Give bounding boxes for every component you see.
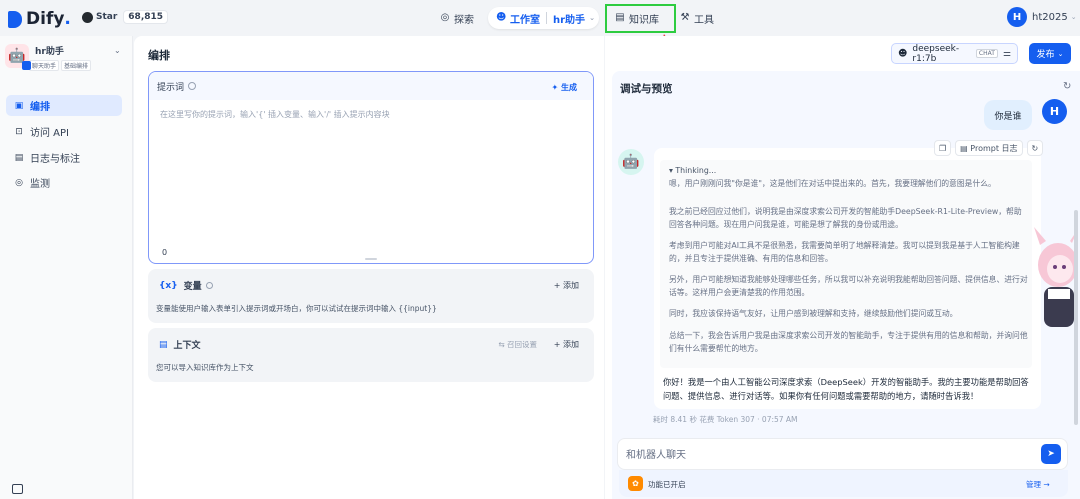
terminal-icon: ⊡ — [15, 126, 23, 137]
add-context-button[interactable]: + 添加 — [554, 339, 579, 350]
app-info[interactable]: 🤖 hr助手 聊天助手 基础编排 — [5, 44, 92, 71]
thinking-paragraph: 嗯，用户刚刚问我"你是谁"，这是他们在对话中提出来的。首先，我要理解他们的意图是… — [669, 179, 996, 188]
orchestrate-icon: ▣ — [14, 100, 24, 111]
prompt-placeholder: 在这里写你的提示词，输入'{' 插入变量、输入'/' 插入提示内容块 — [160, 110, 390, 119]
chat-input[interactable] — [626, 447, 1026, 463]
variable-icon: {x} — [159, 280, 178, 291]
features-status: 功能已开启 — [648, 480, 686, 489]
sidebar-item-logs[interactable]: ▤ 日志与标注 — [6, 147, 122, 168]
prompt-header: 提示词 — [149, 72, 593, 100]
chevron-down-icon: ⌄ — [1070, 13, 1077, 21]
resize-handle[interactable] — [365, 258, 377, 260]
dify-logo[interactable]: Dify. — [8, 9, 71, 29]
nav-explore[interactable]: ◎ 探索 — [440, 8, 474, 28]
chat-scrollbar[interactable] — [1074, 210, 1078, 425]
chat-input-box[interactable] — [617, 438, 1068, 470]
model-mode-badge: CHAT — [975, 49, 998, 58]
nav-studio[interactable]: ☻ 工作室 hr助手 ⌄ — [488, 7, 599, 29]
knowledge-highlight-box — [605, 4, 676, 33]
anime-mascot-decoration — [1034, 227, 1078, 327]
refresh-icon[interactable]: ↻ — [1063, 81, 1071, 92]
compass-icon: ◎ — [440, 12, 450, 23]
app-type-tag: 聊天助手 — [29, 60, 60, 71]
features-bar: ✿ 功能已开启 管理 → — [619, 470, 1068, 497]
help-icon — [188, 82, 197, 90]
thinking-paragraph: 我之前已经回应过他们，说明我是由深度求索公司开发的智能助手DeepSeek-R1… — [669, 207, 1022, 229]
sidebar: 🤖 hr助手 聊天助手 基础编排 ⌄ ▣ 编排 ⊡ 访问 API ▤ 日志与标注 ◎ 监… — [0, 36, 133, 499]
variables-description: 变量能使用户输入表单引入提示词或开场白，你可以试试在提示词中输入 {{input… — [156, 304, 437, 313]
settings-sliders-icon: ⚌ — [1002, 48, 1011, 59]
sidebar-item-monitor[interactable]: ◎ 监测 — [6, 172, 122, 193]
context-description: 您可以导入知识库作为上下文 — [156, 363, 254, 372]
page-title: 编排 — [148, 49, 170, 62]
app-avatar: 🤖 — [5, 44, 31, 70]
github-icon — [82, 11, 93, 23]
model-robot-icon: ☻ — [898, 48, 908, 59]
sidebar-item-orchestrate[interactable]: ▣ 编排 — [6, 95, 122, 116]
regenerate-icon[interactable]: ↻ — [1026, 140, 1044, 156]
user-menu[interactable]: H ht2025 ⌄ — [1007, 7, 1077, 27]
robot-icon: ☻ — [496, 12, 507, 23]
prompt-editor[interactable]: 提示词 ✦ 生成 在这里写你的提示词，输入'{' 插入变量、输入'/' 插入提示… — [148, 71, 594, 264]
user-avatar: H — [1007, 7, 1027, 27]
prompt-char-count: 0 — [162, 248, 168, 257]
add-variable-button[interactable]: + 添加 — [554, 280, 579, 291]
prompt-log-button[interactable]: ▤ Prompt 日志 — [955, 140, 1023, 156]
dify-logo-icon — [8, 10, 22, 28]
current-app-switcher[interactable]: hr助手 — [553, 11, 585, 26]
top-bar: Dify. Star 68,815 ◎ 探索 ☻ 工作室 hr助手 ⌄ ▤ 知识… — [0, 0, 1080, 36]
bot-answer: 你好！我是一个由人工智能公司深度求索（DeepSeek）开发的智能助手。我的主要… — [663, 377, 1029, 401]
user-message: 你是谁 — [984, 100, 1032, 130]
tools-icon: ⚒ — [680, 12, 690, 23]
manage-features-link[interactable]: 管理 → — [1026, 479, 1050, 490]
thinking-paragraph: 考虑到用户可能对AI工具不是很熟悉，我需要简单明了地解释清楚。我可以提到我是基于… — [669, 241, 1020, 263]
app-name: hr助手 — [35, 47, 64, 57]
document-icon: ▤ — [14, 152, 24, 163]
monitor-icon: ◎ — [15, 177, 23, 188]
generate-button[interactable]: ✦ 生成 — [552, 82, 578, 93]
chevron-down-icon[interactable]: ⌄ — [114, 46, 121, 55]
thinking-paragraph: 另外，用户可能想知道我能够处理哪些任务，所以我可以补充说明我能帮助回答问题、提供… — [669, 275, 1028, 297]
sidebar-item-api[interactable]: ⊡ 访问 API — [6, 121, 122, 142]
app-mode-tag: 基础编排 — [61, 60, 92, 71]
user-message-avatar: H — [1042, 99, 1067, 124]
send-button[interactable]: ➤ — [1041, 444, 1061, 464]
help-icon — [205, 282, 213, 289]
thinking-toggle[interactable]: ▾ Thinking... — [669, 165, 1029, 178]
bot-avatar: 🤖 — [618, 149, 644, 175]
publish-button[interactable]: 发布 ⌄ — [1029, 43, 1071, 64]
thinking-paragraph: 总结一下，我会告诉用户我是由深度求索公司开发的智能助手，专注于提供有用的信息和帮… — [669, 331, 1028, 353]
github-star-button[interactable]: Star 68,815 — [82, 10, 169, 24]
sidebar-collapse-icon[interactable] — [12, 484, 23, 494]
variables-panel: {x} 变量 + 添加 变量能使用户输入表单引入提示词或开场白，你可以试试在提示词… — [148, 269, 594, 323]
model-selector[interactable]: ☻ deepseek-r1:7b CHAT ⚌ — [891, 43, 1018, 64]
chevron-down-icon: ⌄ — [1057, 49, 1064, 58]
prompt-label: 提示词 — [157, 82, 185, 93]
recall-settings-button[interactable]: ⇆ 召回设置 — [498, 339, 537, 350]
copy-icon[interactable]: ❐ — [934, 140, 952, 156]
chevron-down-icon: ⌄ — [589, 14, 595, 22]
context-panel: ▤ 上下文 ⇆ 召回设置 + 添加 您可以导入知识库作为上下文 — [148, 328, 594, 382]
debug-title: 调试与预览 — [620, 83, 673, 95]
thinking-paragraph: 同时，我应该保持语气友好，让用户感到被理解和支持，继续鼓励他们提问或互动。 — [669, 309, 958, 318]
features-icon: ✿ — [628, 476, 643, 491]
message-meta: 耗时 8.41 秒 花费 Token 307 · 07:57 AM — [653, 415, 798, 424]
context-doc-icon: ▤ — [159, 339, 168, 350]
github-star-count: 68,815 — [123, 10, 169, 24]
nav-tools[interactable]: ⚒ 工具 — [680, 8, 714, 28]
